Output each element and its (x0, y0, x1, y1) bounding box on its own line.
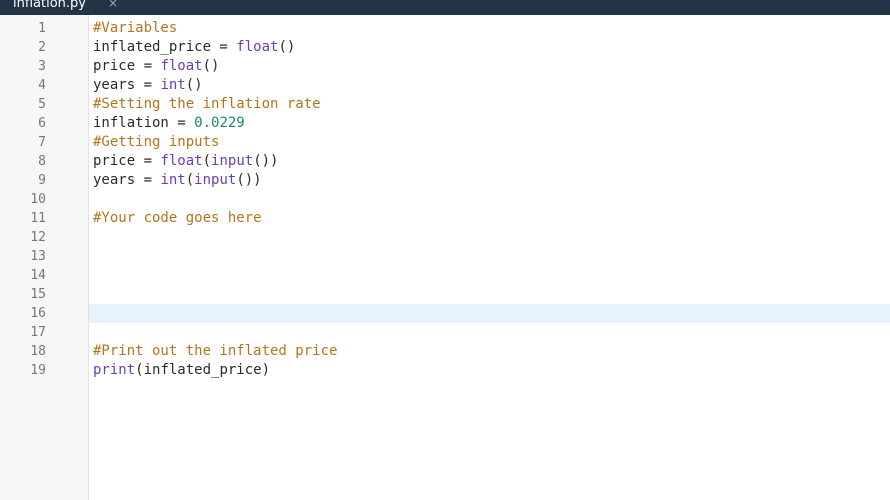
code-line[interactable] (93, 266, 337, 285)
code-token-plain: ( (202, 153, 212, 169)
tab-bar: inflation.py × (0, 0, 890, 15)
code-token-builtin: float (160, 153, 203, 169)
code-token-builtin: float (236, 39, 279, 55)
line-number: 1 (38, 21, 46, 36)
code-token-comment: #Your code goes here (93, 210, 262, 226)
line-number: 16 (30, 306, 46, 321)
line-number: 6 (38, 116, 46, 131)
code-line[interactable]: #Getting inputs (93, 133, 337, 152)
line-number: 14 (30, 268, 46, 283)
code-token-comment: #Getting inputs (93, 134, 220, 150)
code-token-builtin: print (93, 362, 136, 378)
code-token-plain: ()) (236, 172, 262, 188)
tab-filename[interactable]: inflation.py (13, 0, 86, 11)
code-line[interactable]: print(inflated_price) (93, 361, 337, 380)
line-number: 4 (38, 78, 46, 93)
code-token-builtin: int (160, 77, 186, 93)
code-token-plain: price = (93, 58, 161, 74)
code-token-plain: () (278, 39, 296, 55)
code-token-plain: price = (93, 153, 161, 169)
code-token-builtin: float (160, 58, 203, 74)
code-token-comment: #Print out the inflated price (93, 343, 338, 359)
line-number-gutter: 1 2 3 4 5 6 7 8 9 10 11 12 13 14 15 16 17 18 19 (0, 15, 89, 500)
line-numbers: 1 2 3 4 5 6 7 8 9 10 11 12 13 14 15 16 17 18 19 (0, 19, 46, 380)
code-line[interactable]: #Variables (93, 19, 337, 38)
code-line[interactable] (93, 323, 337, 342)
code-token-plain: (inflated_price) (135, 362, 271, 378)
code-line[interactable]: years = int(input()) (93, 171, 337, 190)
line-number: 2 (38, 40, 46, 55)
code-line[interactable]: #Print out the inflated price (93, 342, 337, 361)
close-icon[interactable]: × (108, 0, 118, 10)
line-number: 8 (38, 154, 46, 169)
line-number: 10 (30, 192, 46, 207)
code-line[interactable] (93, 304, 337, 323)
tab-inflation-py[interactable]: inflation.py × (0, 0, 118, 15)
code-token-plain: inflation = (93, 115, 195, 131)
code-line[interactable] (93, 228, 337, 247)
code-token-plain: ( (185, 172, 195, 188)
line-number: 11 (30, 211, 46, 226)
code-token-comment: #Variables (93, 20, 178, 36)
code-token-plain: () (185, 77, 203, 93)
code-line[interactable] (93, 247, 337, 266)
line-number: 13 (30, 249, 46, 264)
code-token-plain: ()) (253, 153, 279, 169)
code-line[interactable]: years = int() (93, 76, 337, 95)
code-token-number: 0.0229 (194, 115, 245, 131)
line-number: 3 (38, 59, 46, 74)
line-number: 12 (30, 230, 46, 245)
line-number: 19 (30, 363, 46, 378)
code-token-plain: inflated_price = (93, 39, 237, 55)
line-number: 9 (38, 173, 46, 188)
code-token-plain: years = (93, 172, 161, 188)
line-number: 15 (30, 287, 46, 302)
line-number: 7 (38, 135, 46, 150)
code-line[interactable]: #Setting the inflation rate (93, 95, 337, 114)
code-token-builtin: input (194, 172, 237, 188)
line-number: 17 (30, 325, 46, 340)
code-token-plain: years = (93, 77, 161, 93)
line-number: 5 (38, 97, 46, 112)
code-line[interactable]: #Your code goes here (93, 209, 337, 228)
code-token-builtin: int (160, 172, 186, 188)
code-editor[interactable]: 1 2 3 4 5 6 7 8 9 10 11 12 13 14 15 16 17 18 19 #Variables… (0, 15, 890, 500)
code-token-plain: () (202, 58, 220, 74)
code-line[interactable]: inflation = 0.0229 (93, 114, 337, 133)
code-line[interactable]: price = float() (93, 57, 337, 76)
code-area[interactable]: #Variables inflated_price = float() price … (93, 19, 337, 380)
code-line[interactable] (93, 190, 337, 209)
code-token-builtin: input (211, 153, 254, 169)
code-token-comment: #Setting the inflation rate (93, 96, 321, 112)
code-line[interactable]: price = float(input()) (93, 152, 337, 171)
code-line[interactable]: inflated_price = float() (93, 38, 337, 57)
code-line[interactable] (93, 285, 337, 304)
line-number: 18 (30, 344, 46, 359)
